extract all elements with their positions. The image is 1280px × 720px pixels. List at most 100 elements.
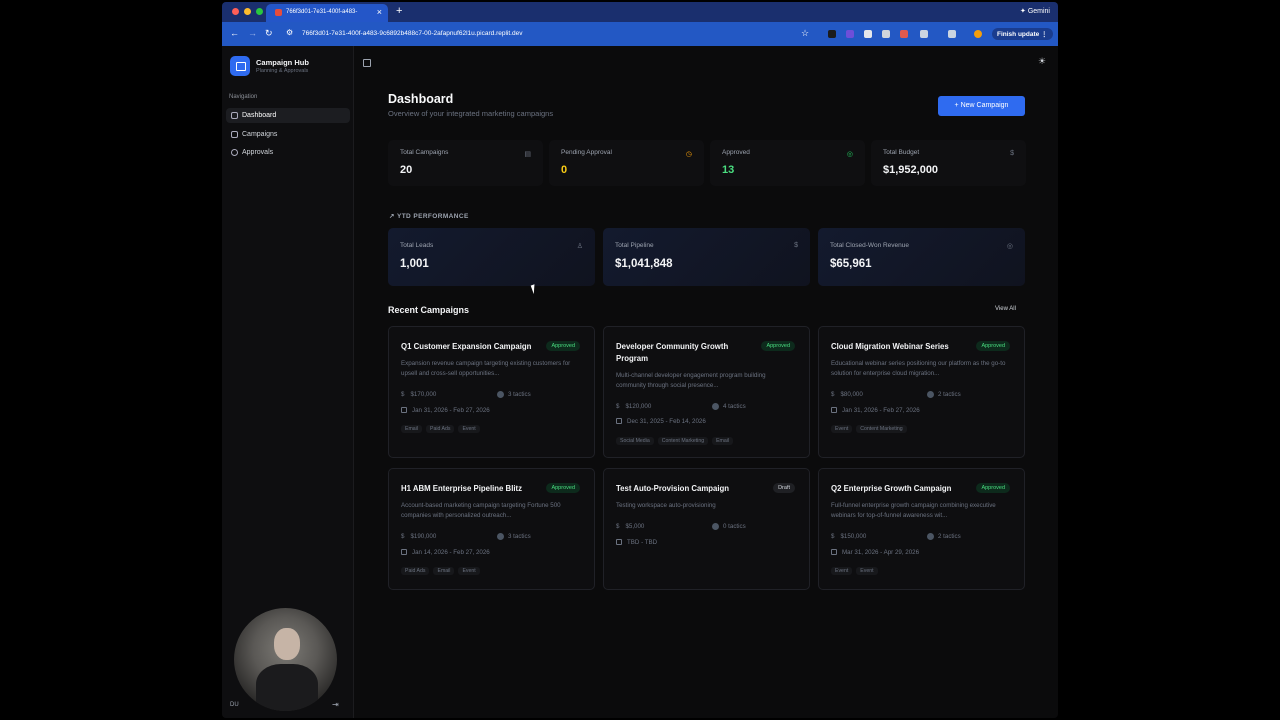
campaign-title: Q2 Enterprise Growth Campaign xyxy=(831,484,952,493)
campaign-budget: $190,000 xyxy=(410,533,437,540)
sidebar-item-dashboard[interactable]: Dashboard xyxy=(226,108,350,123)
extension-icon[interactable] xyxy=(864,30,872,38)
status-badge: Draft xyxy=(773,483,795,493)
campaign-dates: Mar 31, 2026 - Apr 29, 2026 xyxy=(842,549,920,556)
sidebar-toggle-icon[interactable] xyxy=(363,59,371,67)
stat-value: $1,952,000 xyxy=(883,164,939,176)
ytd-performance-label: ↗ YTD PERFORMANCE xyxy=(389,212,469,220)
new-tab-icon[interactable]: + xyxy=(396,5,402,17)
dollar-icon: $ xyxy=(616,403,620,410)
calendar-icon xyxy=(831,407,837,414)
reload-icon[interactable]: ↻ xyxy=(265,28,273,39)
browser-window: 766f3d01-7e31-400f-a483- × + ✦ Gemini ← … xyxy=(222,2,1058,718)
gemini-button[interactable]: ✦ Gemini xyxy=(1020,7,1050,15)
target-icon: ◎ xyxy=(1006,243,1013,250)
stat-label: Total Campaigns xyxy=(400,149,449,156)
check-circle-icon: ◎ xyxy=(846,151,853,158)
tab-bar: 766f3d01-7e31-400f-a483- × + ✦ Gemini xyxy=(222,2,1058,22)
campaign-tactics: 0 tactics xyxy=(723,523,746,531)
status-badge: Approved xyxy=(546,341,580,351)
extension-icon[interactable] xyxy=(920,30,928,38)
ytd-card-total-leads: Total Leads 1,001 ♙ xyxy=(388,228,595,286)
stat-value: 20 xyxy=(400,164,413,176)
campaign-description: Account-based marketing campaign targeti… xyxy=(401,502,561,519)
url-field[interactable]: 766f3d01-7e31-400f-a483-9c6892b488c7-00-… xyxy=(302,30,522,37)
recent-campaigns-title: Recent Campaigns xyxy=(388,305,470,315)
campaign-title: H1 ABM Enterprise Pipeline Blitz xyxy=(401,484,523,493)
sidebar-item-campaigns[interactable]: Campaigns xyxy=(226,127,350,142)
maximize-window-button[interactable] xyxy=(256,8,263,15)
campaign-card[interactable]: Developer Community Growth Program Appro… xyxy=(603,326,810,458)
sidebar-item-approvals[interactable]: Approvals xyxy=(226,145,350,160)
stat-label: Total Closed-Won Revenue xyxy=(830,242,910,249)
tag: Event xyxy=(831,567,853,575)
browser-tab[interactable]: 766f3d01-7e31-400f-a483- × xyxy=(266,4,388,22)
tactics-icon xyxy=(497,391,504,398)
stat-value: 13 xyxy=(722,164,735,176)
stat-label: Pending Approval xyxy=(561,149,612,156)
forward-icon[interactable]: → xyxy=(248,28,257,38)
user-initials[interactable]: DU xyxy=(230,702,239,708)
campaign-title: Q1 Customer Expansion Campaign xyxy=(401,342,532,351)
stat-value: $1,041,848 xyxy=(615,258,673,270)
stat-label: Approved xyxy=(722,149,750,156)
campaign-tags: Paid Ads Email Event xyxy=(401,567,480,575)
clock-icon: ◷ xyxy=(685,151,692,158)
extension-icon[interactable] xyxy=(882,30,890,38)
finish-update-button[interactable]: Finish update ⋮ xyxy=(992,28,1053,40)
side-panel-icon[interactable] xyxy=(948,30,956,38)
campaign-card[interactable]: Cloud Migration Webinar Series Approved … xyxy=(818,326,1025,458)
dollar-icon: $ xyxy=(794,242,798,249)
status-badge: Approved xyxy=(761,341,795,351)
theme-toggle-icon[interactable]: ☀ xyxy=(1038,56,1046,67)
brand-title: Campaign Hub xyxy=(256,58,309,67)
campaign-title: Cloud Migration Webinar Series xyxy=(831,342,949,351)
tab-close-icon[interactable]: × xyxy=(377,7,382,17)
campaign-card[interactable]: Q2 Enterprise Growth Campaign Approved F… xyxy=(818,468,1025,590)
sidebar-item-label: Dashboard xyxy=(242,112,277,119)
extension-icon[interactable] xyxy=(900,30,908,38)
extension-icon[interactable] xyxy=(846,30,854,38)
sidebar: Campaign Hub Planning & Approvals Naviga… xyxy=(222,46,354,718)
tag: Paid Ads xyxy=(425,425,455,433)
dollar-icon: $ xyxy=(831,533,835,540)
brand-subtitle: Planning & Approvals xyxy=(256,68,309,74)
extension-icon[interactable] xyxy=(828,30,836,38)
site-info-icon[interactable]: ⚙ xyxy=(286,28,293,37)
campaign-card[interactable]: H1 ABM Enterprise Pipeline Blitz Approve… xyxy=(388,468,595,590)
bookmark-star-icon[interactable]: ☆ xyxy=(801,28,809,39)
status-badge: Approved xyxy=(546,483,580,493)
dollar-icon: $ xyxy=(831,391,835,398)
tag: Paid Ads xyxy=(401,567,430,575)
status-badge: Approved xyxy=(976,341,1010,351)
tag: Content Marketing xyxy=(856,425,907,433)
stat-card-pending-approval: Pending Approval 0 ◷ xyxy=(549,140,704,186)
tag: Email xyxy=(401,425,422,433)
campaign-tags: Event Content Marketing xyxy=(831,425,907,433)
back-icon[interactable]: ← xyxy=(230,28,239,38)
profile-avatar[interactable] xyxy=(974,30,982,38)
page-title: Dashboard xyxy=(388,92,454,106)
stat-card-total-campaigns: Total Campaigns 20 ▤ xyxy=(388,140,543,186)
calendar-icon xyxy=(616,539,622,546)
campaign-title: Developer Community Growth Program xyxy=(616,342,729,363)
close-window-button[interactable] xyxy=(232,8,239,15)
main-content: ☀ Dashboard Overview of your integrated … xyxy=(354,46,1058,718)
calendar-icon xyxy=(616,418,622,425)
view-all-link[interactable]: View All xyxy=(995,306,1016,312)
campaign-tags: Social Media Content Marketing Email xyxy=(616,437,734,445)
stat-label: Total Leads xyxy=(400,242,434,249)
campaign-dates: Dec 31, 2025 - Feb 14, 2026 xyxy=(627,418,706,425)
navigation-label: Navigation xyxy=(229,94,258,100)
finish-update-label: Finish update xyxy=(997,31,1040,38)
new-campaign-button[interactable]: + New Campaign xyxy=(938,96,1025,116)
gemini-label: Gemini xyxy=(1027,8,1050,15)
address-bar: ← → ↻ ⚙ 766f3d01-7e31-400f-a483-9c6892b4… xyxy=(222,22,1058,46)
campaign-card[interactable]: Q1 Customer Expansion Campaign Approved … xyxy=(388,326,595,458)
minimize-window-button[interactable] xyxy=(244,8,251,15)
logout-icon[interactable]: ⇥ xyxy=(332,700,339,709)
campaign-description: Multi-channel developer engagement progr… xyxy=(616,372,766,389)
tag: Event xyxy=(458,567,480,575)
campaign-card[interactable]: Test Auto-Provision Campaign Draft Testi… xyxy=(603,468,810,590)
window-controls xyxy=(232,8,263,15)
